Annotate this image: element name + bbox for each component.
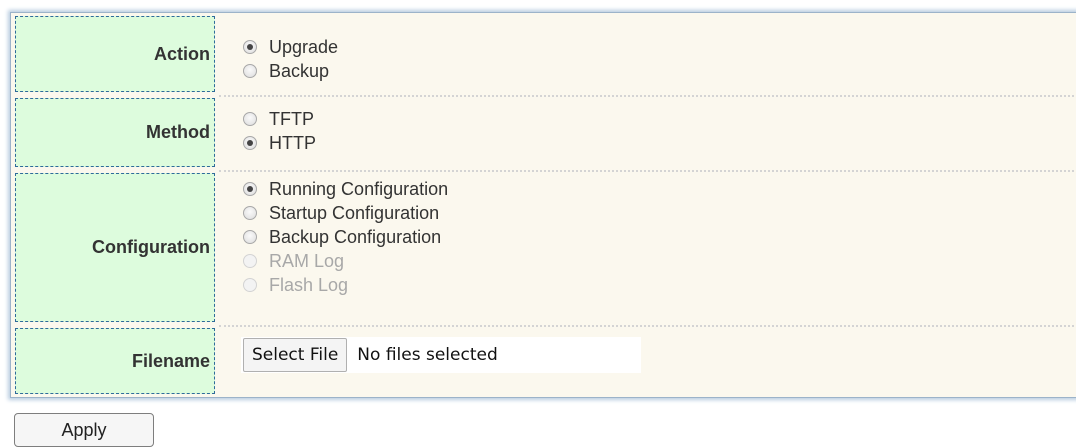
method-option-http[interactable]: HTTP	[243, 131, 316, 155]
radio-disabled-icon	[243, 278, 257, 292]
option-label: Backup Configuration	[269, 226, 442, 247]
option-label: TFTP	[269, 108, 314, 129]
apply-button[interactable]: Apply	[14, 413, 154, 447]
action-options: Upgrade Backup	[243, 35, 338, 83]
option-label: Backup	[269, 60, 330, 81]
method-options: TFTP HTTP	[243, 107, 316, 155]
option-label: Upgrade	[269, 36, 339, 57]
option-label: Running Configuration	[269, 178, 449, 199]
filename-row: Filename Select File No files selected	[11, 325, 1076, 397]
method-row: Method TFTP HTTP	[11, 95, 1076, 172]
radio-unselected-icon[interactable]	[243, 206, 257, 220]
configuration-options: Running Configuration Startup Configurat…	[243, 177, 448, 297]
config-option-backup[interactable]: Backup Configuration	[243, 225, 448, 249]
select-file-button[interactable]: Select File	[243, 338, 348, 372]
option-label: Flash Log	[269, 274, 349, 295]
action-option-backup[interactable]: Backup	[243, 59, 338, 83]
radio-unselected-icon[interactable]	[243, 112, 257, 126]
config-option-running[interactable]: Running Configuration	[243, 177, 448, 201]
action-label: Action	[15, 16, 215, 92]
radio-selected-icon[interactable]	[243, 182, 257, 196]
radio-selected-icon[interactable]	[243, 40, 257, 54]
radio-disabled-icon	[243, 254, 257, 268]
method-option-tftp[interactable]: TFTP	[243, 107, 316, 131]
filename-label: Filename	[15, 328, 215, 394]
radio-unselected-icon[interactable]	[243, 64, 257, 78]
option-label: RAM Log	[269, 250, 345, 271]
configuration-label: Configuration	[15, 173, 215, 322]
configuration-row: Configuration Running Configuration Star…	[11, 170, 1076, 327]
option-label: Startup Configuration	[269, 202, 440, 223]
action-option-upgrade[interactable]: Upgrade	[243, 35, 338, 59]
file-input[interactable]: Select File No files selected	[241, 337, 641, 373]
radio-unselected-icon[interactable]	[243, 230, 257, 244]
action-row: Action Upgrade Backup	[11, 13, 1076, 97]
config-option-ram-log: RAM Log	[243, 249, 448, 273]
option-label: HTTP	[269, 132, 316, 153]
file-status-text: No files selected	[357, 345, 498, 365]
settings-panel: Action Upgrade Backup Method TFTP HTTP C…	[10, 12, 1076, 398]
radio-selected-icon[interactable]	[243, 136, 257, 150]
method-label: Method	[15, 98, 215, 167]
config-option-startup[interactable]: Startup Configuration	[243, 201, 448, 225]
config-option-flash-log: Flash Log	[243, 273, 448, 297]
